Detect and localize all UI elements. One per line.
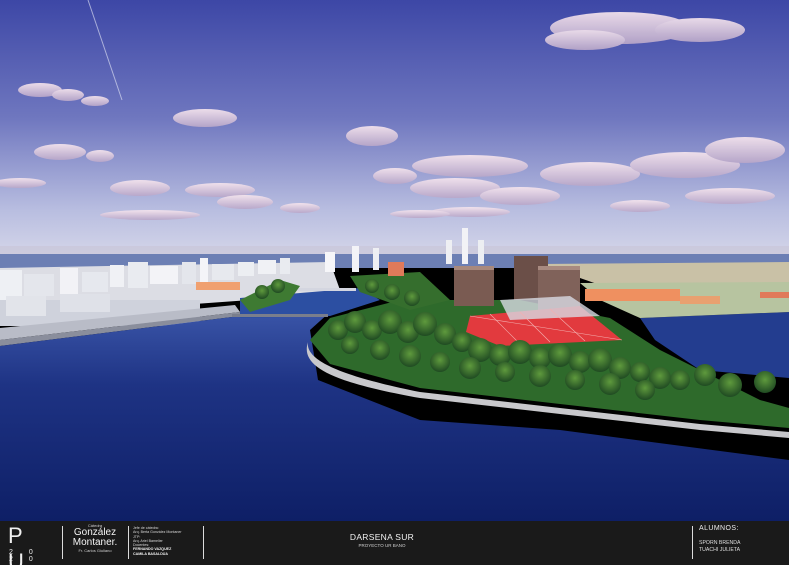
pu-logo-year: 2 0 2 0 [9, 549, 40, 563]
render-slide: P U 2 0 2 0 Cátedra González Montaner. F… [0, 0, 789, 565]
aerial-render [0, 0, 789, 521]
bridge-near [232, 314, 328, 317]
catedra-name-line-2: Montaner. [72, 537, 118, 548]
divider [128, 526, 129, 559]
project-title: DARSENA SUR [349, 532, 415, 542]
student-name: TUACHI JULIETA [699, 546, 741, 553]
orange-block-2 [680, 296, 720, 304]
divider [62, 526, 63, 559]
students-block: ALUMNOS: SPORN BRENDA TUACHI JULIETA [699, 525, 784, 553]
orange-block-3 [760, 292, 789, 298]
staff-line: CAMILA BASALDÚA [133, 551, 169, 556]
divider [692, 526, 693, 559]
pu-logo: P U 2 0 2 0 [8, 523, 56, 565]
catedra-sub: Fr. Carlos Giuliano [78, 548, 112, 553]
students-heading: ALUMNOS: [699, 525, 739, 532]
title-block-footer: P U 2 0 2 0 Cátedra González Montaner. F… [0, 521, 789, 565]
staff-list: Jefe de cátedra: Arq. Berta González Mon… [133, 526, 199, 556]
bridge-far [296, 288, 356, 291]
orange-blocks [585, 289, 680, 301]
divider [203, 526, 204, 559]
project-subtitle: PROYECTO UR BANO [358, 543, 406, 548]
project-title-block: DARSENA SUR PROYECTO UR BANO [312, 532, 452, 548]
catedra-block: Cátedra González Montaner. Fr. Carlos Gi… [66, 523, 124, 553]
aerial-render-drawing [0, 0, 789, 521]
